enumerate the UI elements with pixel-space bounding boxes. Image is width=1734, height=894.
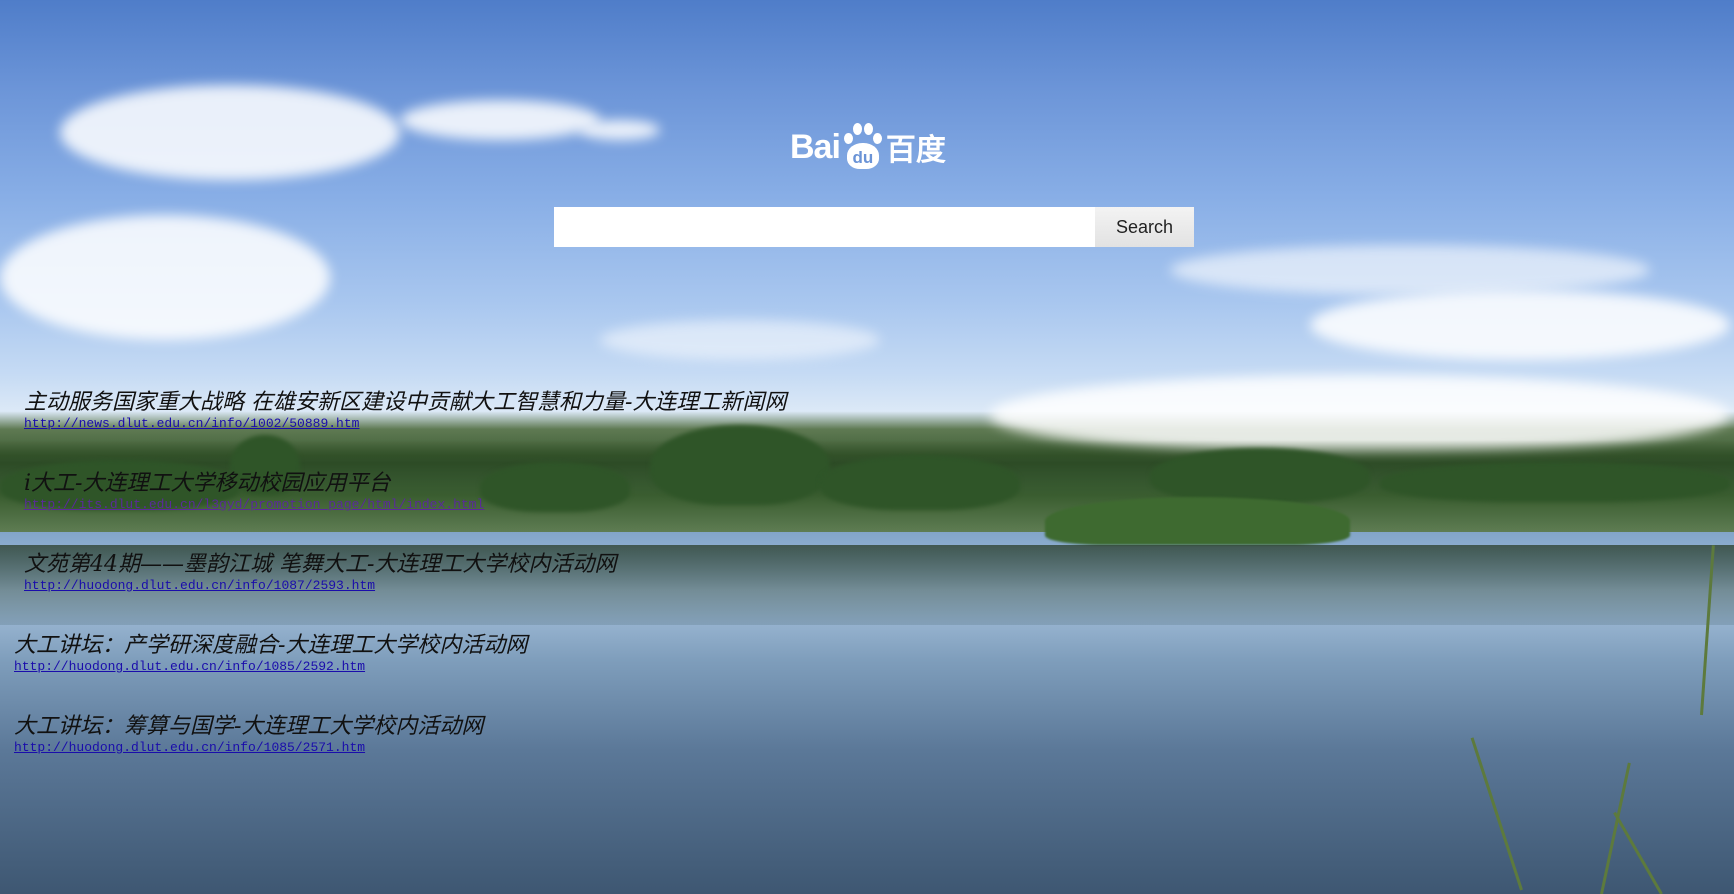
paw-icon: du	[841, 121, 885, 173]
tree	[480, 462, 630, 512]
result-link[interactable]: http://news.dlut.edu.cn/info/1002/50889.…	[24, 416, 786, 432]
result-title: i大工-大连理工大学移动校园应用平台	[24, 471, 391, 496]
cloud	[1310, 290, 1730, 360]
baidu-logo: Bai du 百度	[790, 118, 960, 176]
cloud	[580, 120, 660, 140]
tree	[1150, 448, 1370, 503]
logo-chinese-text: 百度	[885, 133, 946, 168]
search-button[interactable]: Search	[1095, 207, 1194, 247]
result-item: 文苑第44期——墨韵江城 笔舞大工-大连理工大学校内活动网 http://huo…	[24, 552, 616, 594]
tree	[650, 425, 830, 505]
reed	[1600, 762, 1631, 894]
result-link[interactable]: http://its.dlut.edu.cn/l3gyd/promotion_p…	[24, 497, 484, 513]
background-landscape: Bai du 百度 Search 主动服务国家重大战略 在雄安新区建设中贡献大工…	[0, 0, 1734, 894]
tree	[820, 455, 1020, 510]
reed	[1470, 737, 1523, 891]
island	[1045, 497, 1350, 545]
cloud	[400, 100, 600, 140]
cloud	[1170, 245, 1650, 295]
result-title: 文苑第44期——墨韵江城 笔舞大工-大连理工大学校内活动网	[24, 552, 617, 577]
result-item: 大工讲坛：筹算与国学-大连理工大学校内活动网 http://huodong.dl…	[14, 714, 483, 756]
result-title: 大工讲坛：产学研深度融合-大连理工大学校内活动网	[14, 633, 528, 658]
search-input[interactable]	[554, 207, 1095, 247]
result-link[interactable]: http://huodong.dlut.edu.cn/info/1085/257…	[14, 740, 483, 756]
reed	[1613, 811, 1663, 894]
cloud	[60, 85, 400, 180]
cloud	[600, 320, 880, 360]
tree	[1380, 462, 1730, 502]
result-title: 大工讲坛：筹算与国学-大连理工大学校内活动网	[14, 714, 484, 739]
paw-text: du	[852, 147, 874, 167]
result-item: i大工-大连理工大学移动校园应用平台 http://its.dlut.edu.c…	[24, 471, 484, 513]
result-link[interactable]: http://huodong.dlut.edu.cn/info/1085/259…	[14, 659, 527, 675]
result-title: 主动服务国家重大战略 在雄安新区建设中贡献大工智慧和力量-大连理工新闻网	[24, 390, 787, 415]
result-link[interactable]: http://huodong.dlut.edu.cn/info/1087/259…	[24, 578, 616, 594]
result-item: 主动服务国家重大战略 在雄安新区建设中贡献大工智慧和力量-大连理工新闻网 htt…	[24, 390, 786, 432]
cloud	[0, 215, 330, 340]
search-form: Search	[554, 207, 1194, 247]
result-item: 大工讲坛：产学研深度融合-大连理工大学校内活动网 http://huodong.…	[14, 633, 527, 675]
logo-latin-text: Bai	[790, 127, 841, 166]
